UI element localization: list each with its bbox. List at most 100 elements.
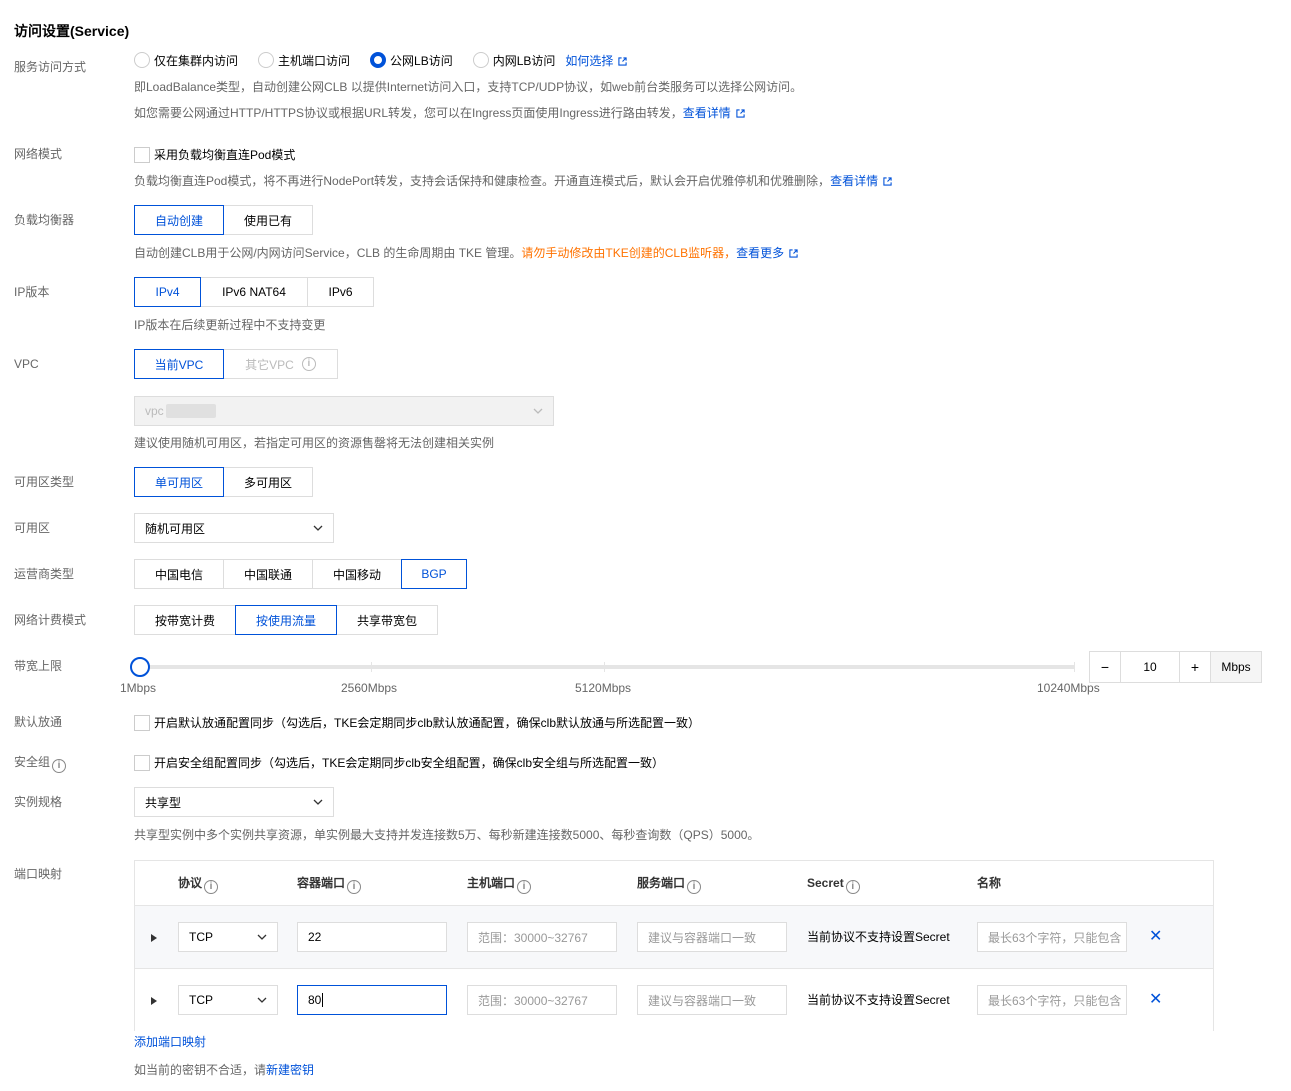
view-details-text: 查看详情 — [830, 174, 879, 188]
container-port-input[interactable]: 80 — [297, 985, 447, 1015]
radio-internal-lb[interactable]: 内网LB访问 — [472, 52, 555, 69]
create-key-link[interactable]: 新建密钥 — [266, 1063, 314, 1077]
table-row: TCP 22 范围：30000~32767 建议与容器端口一致 当前协议不支持设… — [135, 906, 1213, 969]
isp-unicom-button[interactable]: 中国联通 — [223, 559, 313, 589]
header-text: 协议 — [178, 876, 203, 890]
protocol-value: TCP — [189, 930, 213, 944]
host-port-input[interactable]: 范围：30000~32767 — [467, 922, 617, 952]
service-port-input[interactable]: 建议与容器端口一致 — [637, 922, 787, 952]
add-port-mapping-link[interactable]: 添加端口映射 — [134, 1033, 206, 1051]
radio-public-lb[interactable]: 公网LB访问 — [370, 52, 453, 69]
expand-row-icon[interactable] — [151, 997, 157, 1005]
protocol-select[interactable]: TCP — [178, 985, 278, 1015]
ipv4-button[interactable]: IPv4 — [134, 277, 201, 307]
info-icon[interactable]: i — [347, 880, 362, 894]
ip-version-desc: IP版本在后续更新过程中不支持变更 — [134, 318, 326, 332]
checkbox-label: 开启安全组配置同步（勾选后，TKE会定期同步clb安全组配置，确保clb安全组与… — [154, 756, 665, 770]
secret-text: 当前协议不支持设置Secret — [807, 993, 950, 1007]
how-to-choose-link[interactable]: 如何选择 — [565, 52, 628, 69]
isp-mobile-button[interactable]: 中国移动 — [312, 559, 402, 589]
chevron-down-icon — [313, 525, 323, 531]
footer-text: 如当前的密钥不合适，请新建密钥 — [134, 1061, 314, 1079]
radio-icon — [472, 52, 489, 68]
service-port-input[interactable]: 建议与容器端口一致 — [637, 985, 787, 1015]
radio-label: 公网LB访问 — [390, 53, 453, 68]
default-allow-checkbox[interactable]: 开启默认放通配置同步（勾选后，TKE会定期同步clb默认放通配置，确保clb默认… — [134, 714, 700, 732]
bandwidth-slider-track[interactable] — [140, 665, 1075, 669]
billing-shared-package-button[interactable]: 共享带宽包 — [336, 605, 438, 635]
multi-zone-button[interactable]: 多可用区 — [223, 467, 313, 497]
ipv6-button[interactable]: IPv6 — [307, 277, 374, 307]
name-input[interactable]: 最长63个字符，只能包含 — [977, 922, 1127, 952]
vpc-select-value: vpc — [145, 404, 164, 418]
expand-row-icon[interactable] — [151, 934, 157, 942]
current-vpc-button[interactable]: 当前VPC — [134, 349, 224, 379]
container-port-value: 80 — [308, 993, 322, 1007]
access-mode-desc1: 即LoadBalance类型，自动创建公网CLB 以提供Internet访问入口… — [134, 80, 803, 94]
radio-host-port[interactable]: 主机端口访问 — [258, 52, 350, 69]
isp-bgp-button[interactable]: BGP — [401, 559, 467, 589]
label-zone: 可用区 — [14, 521, 51, 535]
label-isp-type: 运营商类型 — [14, 567, 75, 581]
increment-button[interactable]: + — [1179, 651, 1211, 683]
other-vpc-label: 其它VPC — [245, 357, 294, 372]
direct-pod-checkbox[interactable]: 采用负载均衡直连Pod模式 — [134, 146, 295, 164]
header-container-port: 容器端口 i — [297, 875, 362, 894]
view-more-link[interactable]: 查看更多 — [736, 246, 798, 260]
protocol-select[interactable]: TCP — [178, 922, 278, 952]
slider-tick — [604, 662, 605, 672]
other-vpc-button: 其它VPC i — [223, 349, 338, 379]
billing-traffic-button[interactable]: 按使用流量 — [235, 605, 337, 635]
radio-icon — [258, 52, 275, 68]
decrement-button[interactable]: − — [1089, 651, 1121, 683]
zone-select[interactable]: 随机可用区 — [134, 513, 334, 543]
info-icon[interactable]: i — [687, 880, 702, 894]
billing-mode-segment: 按带宽计费 按使用流量 共享带宽包 — [134, 605, 438, 635]
bandwidth-slider-thumb[interactable] — [130, 657, 150, 677]
instance-spec-select[interactable]: 共享型 — [134, 787, 334, 817]
header-text: 服务端口 — [637, 876, 686, 890]
info-icon[interactable]: i — [517, 880, 532, 894]
slider-tick-label: 5120Mbps — [575, 681, 632, 695]
bandwidth-input[interactable]: 10 — [1120, 651, 1180, 683]
slider-tick-label: 2560Mbps — [341, 681, 398, 695]
bandwidth-stepper: − 10 + Mbps — [1089, 651, 1262, 683]
load-balancer-desc: 自动创建CLB用于公网/内网访问Service，CLB 的生命周期由 TKE 管… — [134, 244, 798, 262]
info-icon: i — [301, 357, 316, 371]
radio-selected-icon — [370, 52, 387, 68]
external-link-icon — [618, 56, 628, 66]
single-zone-button[interactable]: 单可用区 — [134, 467, 224, 497]
ipv6-nat64-button[interactable]: IPv6 NAT64 — [200, 277, 308, 307]
delete-row-icon[interactable]: ✕ — [1149, 929, 1162, 945]
host-port-input[interactable]: 范围：30000~32767 — [467, 985, 617, 1015]
instance-spec-value: 共享型 — [145, 795, 182, 810]
vpc-select: vpc — [134, 396, 554, 426]
view-details-link-2[interactable]: 查看详情 — [830, 174, 892, 188]
label-port-mapping: 端口映射 — [14, 867, 63, 881]
billing-bandwidth-button[interactable]: 按带宽计费 — [134, 605, 236, 635]
lb-use-existing-button[interactable]: 使用已有 — [223, 205, 313, 235]
info-icon[interactable]: i — [204, 880, 219, 894]
lb-auto-create-button[interactable]: 自动创建 — [134, 205, 224, 235]
load-balancer-desc-text: 自动创建CLB用于公网/内网访问Service，CLB 的生命周期由 TKE 管… — [134, 246, 522, 260]
instance-spec-desc: 共享型实例中多个实例共享资源，单实例最大支持并发连接数5万、每秒新建连接数500… — [134, 828, 760, 842]
label-security-group-text: 安全组 — [14, 755, 51, 769]
label-zone-type: 可用区类型 — [14, 475, 75, 489]
header-service-port: 服务端口 i — [637, 875, 702, 894]
zone-type-segment: 单可用区 多可用区 — [134, 467, 313, 497]
isp-telecom-button[interactable]: 中国电信 — [134, 559, 224, 589]
label-load-balancer: 负载均衡器 — [14, 213, 75, 227]
security-group-checkbox[interactable]: 开启安全组配置同步（勾选后，TKE会定期同步clb安全组配置，确保clb安全组与… — [134, 754, 664, 772]
ip-version-segment: IPv4 IPv6 NAT64 IPv6 — [134, 277, 374, 307]
access-mode-desc2: 如您需要公网通过HTTP/HTTPS协议或根据URL转发，您可以在Ingress… — [134, 104, 745, 122]
checkbox-box — [134, 755, 150, 771]
info-icon[interactable]: i — [845, 880, 860, 894]
view-details-link[interactable]: 查看详情 — [683, 106, 745, 120]
info-icon[interactable]: i — [52, 759, 67, 773]
checkbox-label: 采用负载均衡直连Pod模式 — [154, 148, 296, 162]
protocol-value: TCP — [189, 993, 213, 1007]
container-port-input[interactable]: 22 — [297, 922, 447, 952]
radio-cluster-internal[interactable]: 仅在集群内访问 — [134, 52, 238, 69]
name-input[interactable]: 最长63个字符，只能包含 — [977, 985, 1127, 1015]
delete-row-icon[interactable]: ✕ — [1149, 992, 1162, 1008]
